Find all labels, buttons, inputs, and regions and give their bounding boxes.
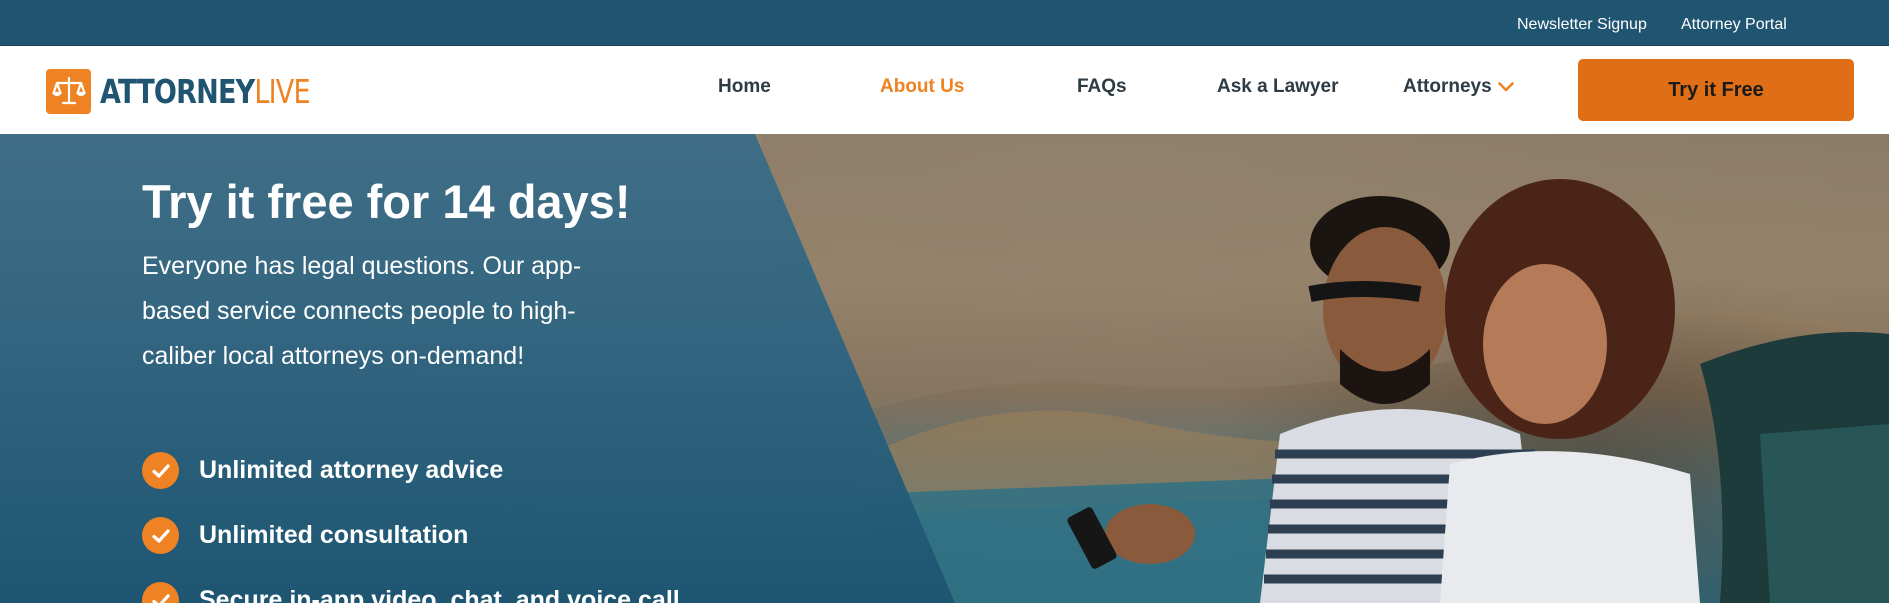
utility-bar: Newsletter Signup Attorney Portal (0, 0, 1889, 46)
nav-attorneys-label: Attorneys (1403, 76, 1492, 97)
hero-section: Try it free for 14 days! Everyone has le… (0, 134, 1889, 603)
hero-subtitle: Everyone has legal questions. Our app-ba… (142, 252, 582, 370)
newsletter-signup-link[interactable]: Newsletter Signup (1517, 16, 1647, 34)
site-logo[interactable]: ATTORNEYLIVE (46, 68, 356, 114)
checkmark-circle-icon (142, 452, 179, 489)
feature-label: Secure in-app video, chat, and voice cal… (199, 586, 680, 603)
feature-label: Unlimited consultation (199, 521, 469, 549)
chevron-down-icon (1497, 76, 1514, 98)
feature-item: Unlimited attorney advice (142, 452, 503, 489)
checkmark-circle-icon (142, 517, 179, 554)
nav-attorneys-dropdown[interactable]: Attorneys (1403, 76, 1514, 98)
attorney-portal-link[interactable]: Attorney Portal (1681, 16, 1787, 34)
feature-item: Unlimited consultation (142, 517, 468, 554)
checkmark-circle-icon (142, 582, 179, 603)
brand-word-attorney: ATTORNEY (100, 71, 255, 111)
brand-wordmark: ATTORNEYLIVE (100, 71, 311, 111)
feature-item: Secure in-app video, chat, and voice cal… (142, 582, 680, 603)
feature-label: Unlimited attorney advice (199, 456, 504, 484)
brand-word-live: LIVE (254, 71, 310, 111)
scales-of-justice-icon (46, 68, 91, 114)
try-it-free-button[interactable]: Try it Free (1578, 59, 1854, 121)
nav-about-us[interactable]: About Us (880, 76, 964, 98)
hero-title: Try it free for 14 days! (142, 175, 631, 228)
nav-home[interactable]: Home (718, 76, 771, 98)
nav-ask-a-lawyer[interactable]: Ask a Lawyer (1217, 76, 1338, 98)
nav-faqs[interactable]: FAQs (1077, 76, 1127, 98)
